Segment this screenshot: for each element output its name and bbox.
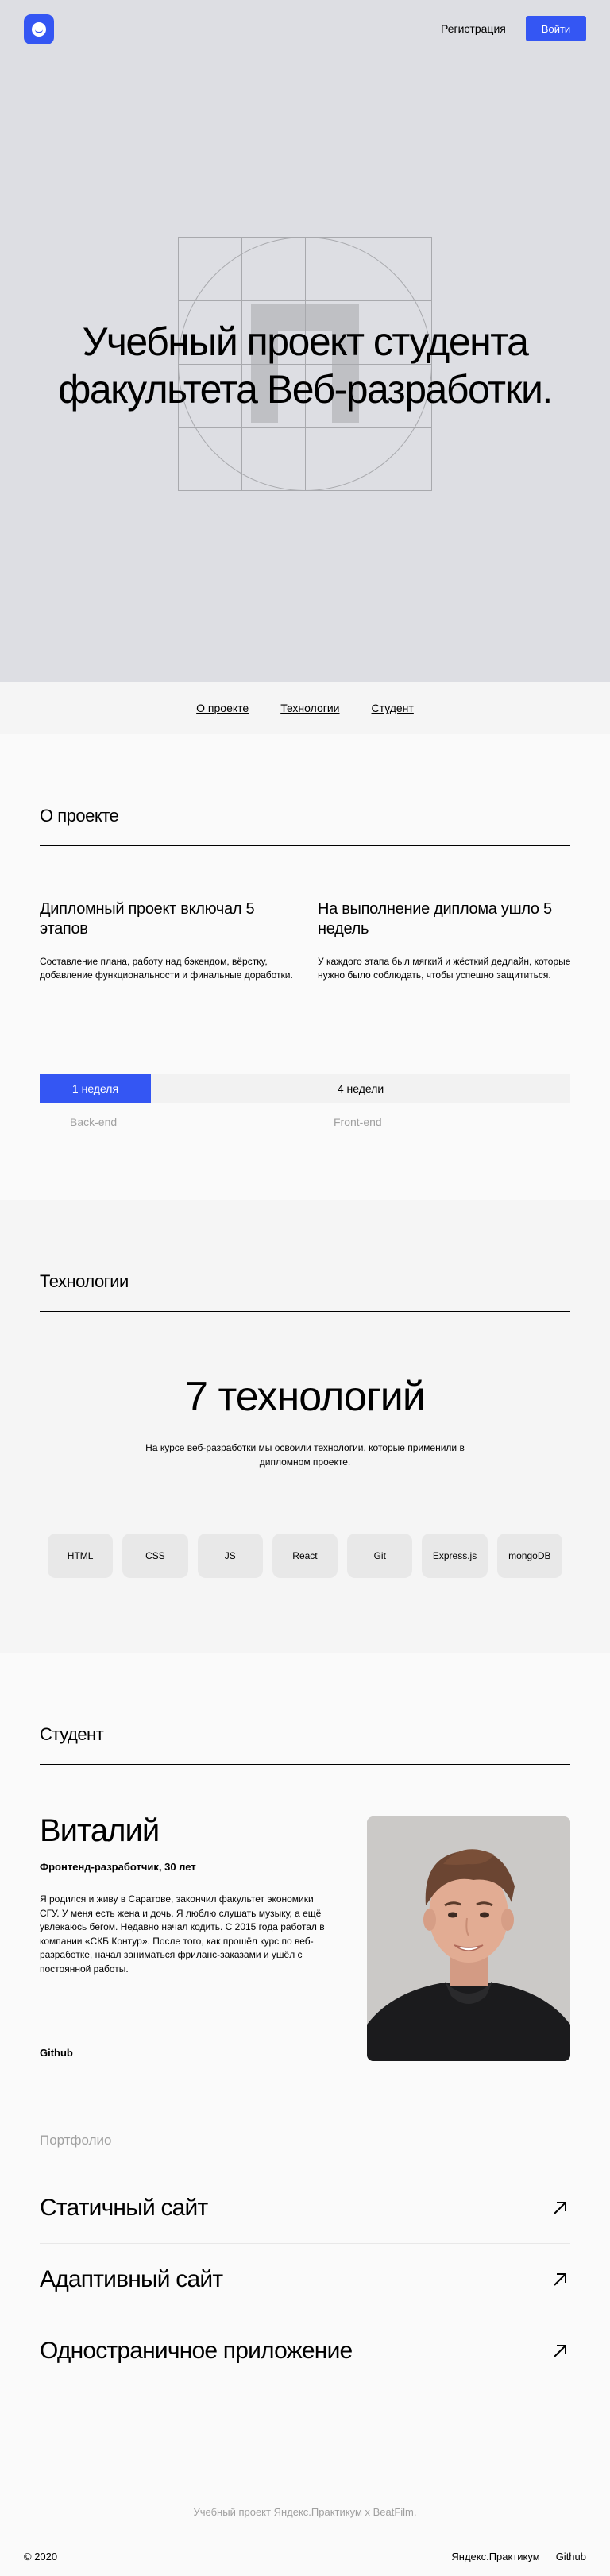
footer-github-link[interactable]: Github	[556, 2551, 586, 2562]
about-section: О проекте Дипломный проект включал 5 эта…	[0, 734, 610, 1200]
tech-item: CSS	[122, 1534, 188, 1578]
about-weeks-title: На выполнение диплома ушло 5 недель	[318, 900, 552, 938]
footer-links: Яндекс.Практикум Github	[451, 2551, 586, 2562]
about-weeks-text: У каждого этапа был мягкий и жёсткий дед…	[318, 956, 571, 981]
footer-practicum-link[interactable]: Яндекс.Практикум	[451, 2551, 539, 2562]
footer: Учебный проект Яндекс.Практикум х BeatFi…	[0, 2487, 610, 2576]
tech-item: HTML	[48, 1534, 114, 1578]
footer-copyright: © 2020	[24, 2551, 58, 2562]
portfolio-item-static[interactable]: Статичный сайт	[40, 2172, 570, 2244]
student-role: Фронтенд-разработчик, 30 лет	[40, 1861, 196, 1873]
hero-title-line-1: Учебный проект студента	[82, 319, 529, 364]
tech-item: React	[272, 1534, 338, 1578]
login-button[interactable]: Войти	[526, 16, 586, 41]
tech-item: JS	[197, 1534, 263, 1578]
about-stages-text: Составление плана, работу над бэкендом, …	[40, 956, 293, 981]
portfolio-item-label: Статичный сайт	[40, 2195, 208, 2221]
student-name: Виталий	[40, 1813, 160, 1848]
portfolio-item-adaptive[interactable]: Адаптивный сайт	[40, 2244, 570, 2315]
portfolio-item-label: Адаптивный сайт	[40, 2266, 223, 2292]
about-stages-block: Дипломный проект включал 5 этапов Состав…	[40, 899, 300, 982]
hero-title: Учебный проект студента факультета Веб-р…	[0, 318, 610, 413]
tech-item: Express.js	[422, 1534, 488, 1578]
arrow-up-right-icon	[554, 2202, 566, 2214]
tech-section: Технологии 7 технологий На курсе веб-раз…	[0, 1200, 610, 1653]
tech-description: На курсе веб-разработки мы освоили техно…	[145, 1442, 465, 1468]
nav-student-link[interactable]: Студент	[372, 702, 414, 714]
footer-note: Учебный проект Яндекс.Практикум х BeatFi…	[193, 2506, 417, 2518]
timeline-frontend-bar: 4 недели	[337, 1082, 384, 1095]
nav-about-link[interactable]: О проекте	[196, 702, 249, 714]
about-stages-title: Дипломный проект включал 5 этапов	[40, 900, 255, 938]
tech-list: HTML CSS JS React Git Express.js mongoDB	[48, 1534, 562, 1578]
about-weeks-block: На выполнение диплома ушло 5 недель У ка…	[318, 899, 578, 982]
section-nav: О проекте Технологии Студент	[0, 682, 610, 734]
tech-headline: 7 технологий	[185, 1374, 426, 1420]
student-photo	[367, 1816, 570, 2061]
student-bio: Я родился и живу в Саратове, закончил фа…	[40, 1893, 325, 1975]
portfolio-item-label: Одностраничное приложение	[40, 2338, 353, 2364]
hero-section: Регистрация Войти Учебный проект студент…	[0, 0, 610, 682]
tech-item: mongoDB	[496, 1534, 562, 1578]
about-title: О проекте	[40, 806, 119, 826]
student-divider	[40, 1764, 570, 1765]
timeline-bar: 1 неделя 4 недели	[40, 1074, 570, 1103]
arrow-up-right-icon	[554, 2345, 566, 2357]
timeline-frontend-label: Front-end	[334, 1116, 382, 1128]
student-section: Студент Виталий Фронтенд-разработчик, 30…	[0, 1653, 610, 2511]
student-title: Студент	[40, 1724, 104, 1744]
timeline-backend-bar: 1 неделя	[40, 1074, 151, 1103]
student-github-link[interactable]: Github	[40, 2047, 73, 2059]
about-divider	[40, 845, 570, 846]
tech-title: Технологии	[40, 1271, 129, 1291]
arrow-up-right-icon	[554, 2273, 566, 2286]
tech-item: Git	[347, 1534, 413, 1578]
smiley-logo-icon[interactable]	[24, 14, 54, 44]
nav-tech-link[interactable]: Технологии	[280, 702, 339, 714]
portfolio-item-spa[interactable]: Одностраничное приложение	[40, 2315, 570, 2387]
tech-divider	[40, 1311, 570, 1312]
hero-title-line-2: факультета Веб-разработки.	[58, 367, 553, 412]
timeline-backend-label: Back-end	[70, 1116, 118, 1128]
register-link[interactable]: Регистрация	[441, 22, 506, 35]
portfolio-label: Портфолио	[40, 2133, 112, 2148]
